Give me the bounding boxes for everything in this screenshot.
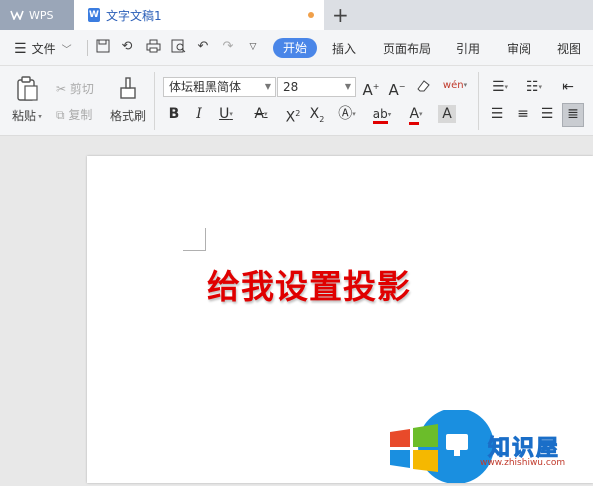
cut-label: 剪切: [69, 82, 94, 96]
watermark-logo: 知识屋 www.zhishiwu.com: [388, 408, 593, 484]
unsaved-indicator-icon: [308, 12, 314, 18]
font-size-value: 28: [283, 80, 299, 94]
app-name: WPS: [29, 8, 54, 22]
decrease-indent-icon[interactable]: ⇤: [558, 78, 578, 96]
hamburger-icon: ☰: [14, 40, 27, 57]
increase-font-size-icon[interactable]: A+: [362, 78, 380, 99]
paste-icon[interactable]: [15, 76, 39, 102]
wps-logo-icon: [10, 10, 24, 20]
tab-home[interactable]: 开始: [273, 38, 317, 58]
tab-page-layout[interactable]: 页面布局: [383, 40, 431, 57]
document-heading-text[interactable]: 给我设置投影: [207, 260, 411, 308]
dropdown-arrow-icon: ▾: [419, 110, 423, 118]
italic-icon[interactable]: I: [190, 105, 208, 123]
dropdown-arrow-icon: ▾: [36, 112, 42, 121]
pinyin-guide-label: wén: [442, 80, 464, 91]
bold-icon[interactable]: B: [165, 105, 183, 123]
menu-divider: [87, 40, 88, 56]
font-name-value: 体坛粗黑简体: [169, 80, 242, 94]
subscript-icon[interactable]: X2: [308, 105, 326, 129]
redo-icon[interactable]: ↷: [220, 39, 236, 55]
tab-view[interactable]: 视图: [557, 40, 581, 57]
copy-icon: ⧉: [56, 108, 69, 122]
dropdown-arrow-icon: ▾: [264, 110, 268, 118]
format-painter-icon[interactable]: [117, 76, 139, 102]
chevron-down-icon: ▼: [264, 82, 271, 91]
font-color-icon[interactable]: A▾: [404, 105, 428, 125]
export-pdf-icon[interactable]: ⟲: [119, 39, 135, 55]
decrease-font-size-icon[interactable]: A−: [388, 78, 406, 99]
dropdown-arrow-icon: ▾: [538, 83, 543, 91]
file-menu-button[interactable]: ☰ 文件 ﹀: [14, 40, 72, 57]
dropdown-arrow-icon: ▾: [504, 83, 509, 91]
paste-label: 粘贴: [12, 109, 37, 123]
ribbon-toolbar: 粘贴 ▾ ✂ 剪切 ⧉ 复制 格式刷 体坛粗黑简体 ▼ 28 ▼ A+ A− w…: [0, 66, 593, 136]
dropdown-arrow-icon: ▾: [387, 110, 392, 119]
dropdown-arrow-icon: ▾: [229, 110, 233, 118]
document-tab-title: 文字文稿1: [106, 8, 162, 23]
margin-corner-mark: [183, 228, 206, 251]
dropdown-arrow-icon: ▾: [352, 110, 356, 118]
chevron-down-icon: ﹀: [61, 45, 72, 56]
print-icon[interactable]: [145, 39, 161, 55]
ribbon-divider: [478, 72, 479, 130]
menu-bar: ☰ 文件 ﹀ ⟲ ↶ ↷ ▽ 开始 插入 页面布局 引用 审阅 视图: [0, 30, 593, 66]
tab-review[interactable]: 审阅: [507, 40, 531, 57]
watermark-url: www.zhishiwu.com: [480, 458, 566, 468]
numbered-list-icon[interactable]: ☷▾: [522, 78, 546, 96]
copy-label: 复制: [68, 108, 93, 122]
text-effect-icon[interactable]: Ⓐ▾: [336, 105, 358, 123]
font-size-select[interactable]: 28 ▼: [277, 77, 356, 97]
wps-home-tab[interactable]: WPS: [0, 0, 74, 30]
new-tab-plus-icon[interactable]: +: [332, 3, 349, 27]
chevron-down-icon: ▼: [344, 82, 351, 91]
clear-format-eraser-icon[interactable]: [414, 78, 432, 99]
tab-insert[interactable]: 插入: [332, 40, 356, 57]
strikethrough-icon[interactable]: A▾: [250, 105, 272, 123]
ribbon-divider: [154, 72, 155, 130]
align-center-icon[interactable]: ≡: [514, 105, 532, 123]
undo-icon[interactable]: ↶: [195, 39, 211, 55]
dropdown-arrow-icon: ▾: [463, 81, 468, 89]
underline-icon[interactable]: U▾: [215, 105, 237, 123]
writer-doc-icon: W: [88, 8, 100, 22]
quick-access-dropdown-icon[interactable]: ▽: [245, 39, 261, 55]
document-tab[interactable]: W 文字文稿1: [74, 0, 324, 30]
copy-button[interactable]: ⧉ 复制: [56, 106, 92, 123]
title-bar: WPS W 文字文稿1 +: [0, 0, 593, 30]
scissors-icon: ✂: [56, 82, 70, 96]
paste-button[interactable]: 粘贴 ▾: [12, 107, 42, 124]
highlight-color-icon[interactable]: ab▾: [370, 105, 394, 124]
bullet-list-icon[interactable]: ☰▾: [488, 78, 512, 96]
print-preview-icon[interactable]: [170, 39, 186, 55]
cut-button[interactable]: ✂ 剪切: [56, 80, 94, 97]
format-painter-button[interactable]: 格式刷: [110, 107, 146, 124]
align-right-icon[interactable]: ☰: [538, 105, 556, 123]
file-menu-label: 文件: [31, 42, 56, 56]
align-left-icon[interactable]: ☰: [488, 105, 506, 123]
font-name-select[interactable]: 体坛粗黑简体 ▼: [163, 77, 276, 97]
justify-icon[interactable]: ≣: [562, 103, 584, 127]
character-shading-icon[interactable]: A: [438, 105, 456, 123]
superscript-icon[interactable]: X2: [284, 105, 302, 127]
pinyin-guide-icon[interactable]: wén▾: [442, 76, 468, 95]
save-icon[interactable]: [95, 39, 111, 55]
tab-references[interactable]: 引用: [456, 40, 480, 57]
